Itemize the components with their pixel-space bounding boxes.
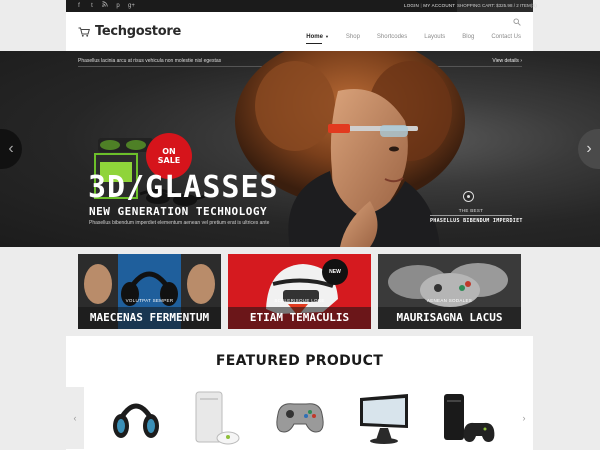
on-sale-text-2: SALE	[157, 156, 181, 165]
featured-products-section: FEATURED PRODUCT ‹ ›	[66, 336, 533, 450]
hero-caption: Phasellus bibendum imperdiet elementum a…	[89, 220, 270, 226]
promo-small-text: VOLUTPAT SEMPER	[125, 298, 174, 303]
carousel-next-button[interactable]: ›	[515, 387, 533, 449]
on-sale-text-1: ON	[162, 147, 176, 156]
featured-title: FEATURED PRODUCT	[215, 353, 384, 369]
divider	[430, 215, 512, 216]
shopping-cart-link[interactable]: SHOPPING CART: $325.98 / 2 ITEM(S)	[457, 0, 537, 12]
product-white-console[interactable]	[186, 388, 246, 448]
my-account-link[interactable]: MY ACCOUNT	[423, 3, 455, 8]
nav-home-label: Home	[306, 34, 323, 40]
nav-layouts[interactable]: Layouts	[424, 34, 445, 44]
top-bar: f t p g+ LOGIN | MY ACCOUNT SHOPPING CAR…	[66, 0, 537, 12]
separator: |	[420, 3, 422, 8]
promo-label: ETIAM TEMACULIS	[228, 307, 371, 329]
promo-label: MAURISAGNA LACUS	[378, 307, 521, 329]
cart-icon	[78, 27, 90, 37]
best-phrase: PHASELLUS BIBENDUM IMPERDIET	[430, 218, 523, 224]
account-links: LOGIN | MY ACCOUNT	[404, 0, 455, 12]
view-details-link[interactable]: View details ›	[492, 56, 522, 66]
nav-shop[interactable]: Shop	[346, 34, 360, 44]
site-header: Techgostore Home ▼ Shop Shortcodes Layout…	[66, 12, 533, 52]
promo-small-text: AENEAN SODALES	[426, 298, 473, 303]
main-nav: Home ▼ Shop Shortcodes Layouts Blog Conta…	[306, 34, 521, 44]
hero-subtitle: NEW GENERATION TECHNOLOGY	[89, 205, 268, 218]
product-controller[interactable]	[270, 388, 330, 448]
chevron-down-icon: ▼	[324, 34, 329, 39]
site-logo[interactable]: Techgostore	[78, 24, 181, 39]
social-links: f t p g+	[76, 0, 135, 12]
product-monitor[interactable]	[354, 388, 414, 448]
slider-prev-button[interactable]: ‹	[0, 129, 22, 169]
the-best-text: THE BEST	[458, 208, 484, 213]
promo-tile-helmet[interactable]: NEW SCELERISQUE LORE ETIAM TEMACULIS	[228, 254, 371, 329]
nav-contact-us[interactable]: Contact Us	[491, 34, 521, 44]
product-headphones[interactable]	[106, 388, 166, 448]
login-link[interactable]: LOGIN	[404, 3, 419, 8]
new-badge: NEW	[322, 259, 348, 285]
slider-next-button[interactable]: ›	[578, 129, 600, 169]
promo-label: MAECENAS FERMENTUM	[78, 307, 221, 329]
rss-icon[interactable]	[102, 0, 108, 12]
promo-tile-controllers[interactable]: AENEAN SODALES MAURISAGNA LACUS	[378, 254, 521, 329]
pinterest-icon[interactable]: p	[115, 0, 121, 12]
logo-text: Techgostore	[95, 24, 181, 39]
hero-slider: Phasellus lacinia arcu at risus vehicula…	[0, 51, 600, 247]
facebook-icon[interactable]: f	[76, 0, 82, 12]
carousel-prev-button[interactable]: ‹	[66, 387, 84, 449]
hero-title: 3D/GLASSES	[88, 170, 279, 205]
hero-best-label: THE BEST PHASELLUS BIBENDUM IMPERDIET	[430, 208, 523, 224]
search-icon[interactable]	[513, 18, 521, 26]
google-plus-icon[interactable]: g+	[128, 0, 135, 12]
promo-small-text: SCELERISQUE LORE	[274, 298, 325, 303]
nav-blog[interactable]: Blog	[462, 34, 474, 44]
nav-shortcodes[interactable]: Shortcodes	[377, 34, 407, 44]
twitter-icon[interactable]: t	[89, 0, 95, 12]
ticker-text: Phasellus lacinia arcu at risus vehicula…	[78, 58, 222, 64]
hero-hotspot-button[interactable]	[463, 191, 474, 202]
promo-tile-headphones[interactable]: VOLUTPAT SEMPER MAECENAS FERMENTUM	[78, 254, 221, 329]
nav-home[interactable]: Home ▼	[306, 34, 329, 44]
product-black-console[interactable]	[438, 388, 498, 448]
